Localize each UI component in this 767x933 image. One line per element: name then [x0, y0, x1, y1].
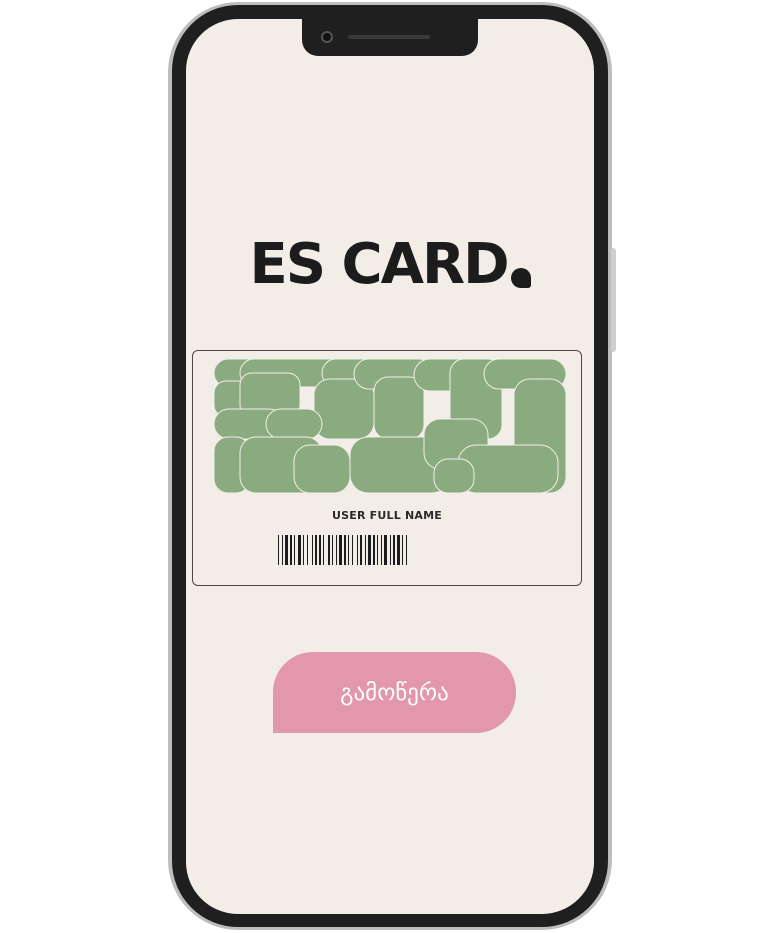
- barcode-bar: [402, 535, 403, 565]
- card-pattern: [214, 359, 566, 494]
- barcode-bar: [285, 535, 288, 565]
- barcode-bar: [365, 535, 366, 565]
- barcode-bar: [397, 535, 400, 565]
- barcode-icon: [278, 535, 407, 565]
- barcode-bar: [373, 535, 375, 565]
- barcode-bar: [406, 535, 407, 565]
- user-full-name: USER FULL NAME: [332, 509, 442, 522]
- subscribe-button[interactable]: გამოწერა: [273, 652, 516, 733]
- barcode-bar: [332, 535, 333, 565]
- barcode-bar: [339, 535, 342, 565]
- barcode-bar: [384, 535, 387, 565]
- barcode-bar: [278, 535, 279, 565]
- barcode-bar: [298, 535, 301, 565]
- barcode-bar: [360, 535, 362, 565]
- barcode-bar: [377, 535, 378, 565]
- barcode-bar: [393, 535, 395, 565]
- barcode-bar: [290, 535, 292, 565]
- logo-text: ES CARD: [249, 232, 509, 297]
- logo-dot-icon: [510, 268, 531, 288]
- membership-card: USER FULL NAME: [192, 350, 582, 586]
- barcode-bar: [323, 535, 324, 565]
- barcode-bar: [312, 535, 313, 565]
- camera-icon: [321, 31, 333, 43]
- speaker-grille: [348, 35, 430, 39]
- barcode-bar: [328, 535, 330, 565]
- barcode-bar: [390, 535, 391, 565]
- barcode-bar: [348, 535, 349, 565]
- barcode-bar: [294, 535, 295, 565]
- app-logo: ES CARD: [186, 230, 594, 300]
- barcode-bar: [303, 535, 304, 565]
- barcode-bar: [282, 535, 283, 565]
- barcode-bar: [357, 535, 358, 565]
- barcode-bar: [352, 535, 353, 565]
- page: ES CARD USER FULL NAME გამოწერა: [0, 0, 767, 933]
- barcode-bar: [307, 535, 308, 565]
- phone-side-button: [611, 248, 616, 352]
- barcode-bar: [381, 535, 382, 565]
- barcode-bar: [315, 535, 317, 565]
- barcode-bar: [319, 535, 321, 565]
- barcode-bar: [336, 535, 337, 565]
- barcode-bar: [344, 535, 346, 565]
- barcode-bar: [368, 535, 371, 565]
